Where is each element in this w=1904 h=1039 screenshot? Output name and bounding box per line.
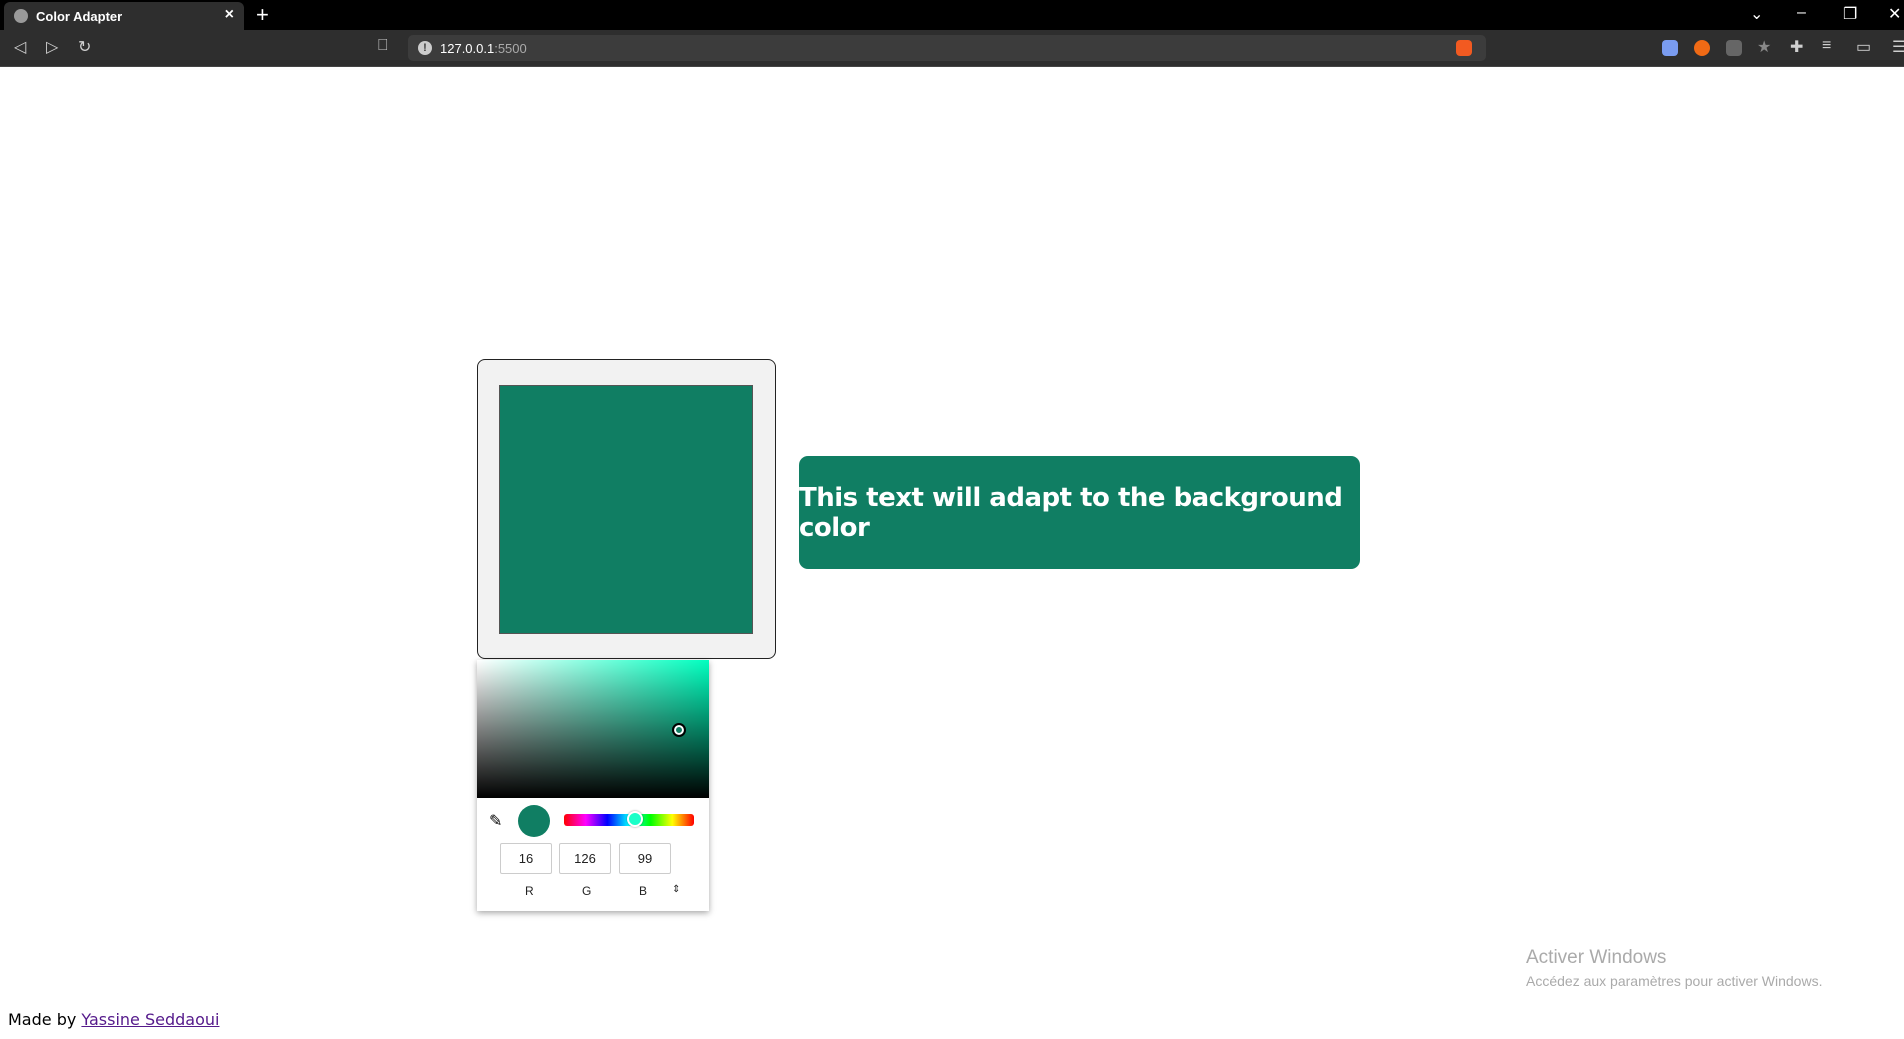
windows-watermark-title: Activer Windows xyxy=(1526,947,1667,968)
url-port: :5500 xyxy=(494,40,527,56)
url-host: 127.0.0.1 xyxy=(440,40,495,56)
wallet-icon[interactable]: ▭ xyxy=(1856,37,1871,57)
close-tab-icon[interactable]: × xyxy=(225,6,234,24)
back-icon[interactable]: ◁ xyxy=(14,37,26,57)
author-link[interactable]: Yassine Seddaoui xyxy=(81,1010,219,1029)
mode-toggle-icon[interactable]: ⇕ xyxy=(672,884,680,895)
color-swatch[interactable] xyxy=(499,385,753,634)
extensions-puzzle-icon[interactable]: ✚ xyxy=(1790,37,1803,57)
restore-icon[interactable]: ❐ xyxy=(1843,4,1857,24)
color-input-frame[interactable] xyxy=(477,359,776,659)
extension-icon[interactable] xyxy=(1726,40,1742,56)
green-input[interactable] xyxy=(559,843,611,874)
menu-icon[interactable]: ☰ xyxy=(1892,37,1904,57)
close-window-icon[interactable]: ✕ xyxy=(1888,4,1901,24)
footer: Made by Yassine Seddaoui xyxy=(8,1010,219,1029)
address-bar[interactable]: ! 127.0.0.1:5500 xyxy=(408,35,1486,61)
tab-bar: Color Adapter × + ⌄ – ❐ ✕ xyxy=(0,0,1904,30)
adaptive-text-box: This text will adapt to the background c… xyxy=(799,456,1360,569)
globe-icon xyxy=(14,9,28,23)
extension-icon[interactable] xyxy=(1694,40,1710,56)
star-icon[interactable]: ★ xyxy=(1757,37,1771,57)
eyedropper-icon[interactable]: ✎ xyxy=(489,811,502,831)
tab-search-icon[interactable]: ⌄ xyxy=(1750,4,1763,24)
red-label: R xyxy=(525,884,534,898)
color-marker[interactable] xyxy=(672,723,686,737)
red-input[interactable] xyxy=(500,843,552,874)
tab-color-adapter[interactable]: Color Adapter × xyxy=(4,2,244,30)
hue-slider[interactable] xyxy=(564,811,694,827)
color-picker-popup: ✎ R G B ⇕ xyxy=(477,660,709,911)
playlist-icon[interactable]: ≡ xyxy=(1822,37,1831,55)
green-label: G xyxy=(582,884,592,898)
windows-watermark-subtitle: Accédez aux paramètres pour activer Wind… xyxy=(1526,973,1823,989)
tab-title: Color Adapter xyxy=(36,8,123,24)
forward-icon[interactable]: ▷ xyxy=(46,37,58,57)
bookmark-icon[interactable]: ⎕ xyxy=(378,37,388,55)
site-info-icon[interactable]: ! xyxy=(418,41,432,55)
brave-shields-icon[interactable] xyxy=(1456,40,1472,56)
blue-input[interactable] xyxy=(619,843,671,874)
extension-icon[interactable] xyxy=(1662,40,1678,56)
new-tab-button[interactable]: + xyxy=(256,2,269,28)
footer-prefix: Made by xyxy=(8,1010,82,1029)
saturation-value-area[interactable] xyxy=(477,660,709,798)
adaptive-text: This text will adapt to the background c… xyxy=(799,482,1343,543)
minimize-icon[interactable]: – xyxy=(1797,4,1806,22)
browser-toolbar: ◁ ▷ ↻ ⎕ ! 127.0.0.1:5500 ★ ✚ ≡ ▭ ☰ xyxy=(0,30,1904,67)
hue-slider-thumb[interactable] xyxy=(627,811,643,827)
blue-label: B xyxy=(639,884,648,898)
reload-icon[interactable]: ↻ xyxy=(78,37,91,57)
current-color-preview xyxy=(518,805,550,837)
